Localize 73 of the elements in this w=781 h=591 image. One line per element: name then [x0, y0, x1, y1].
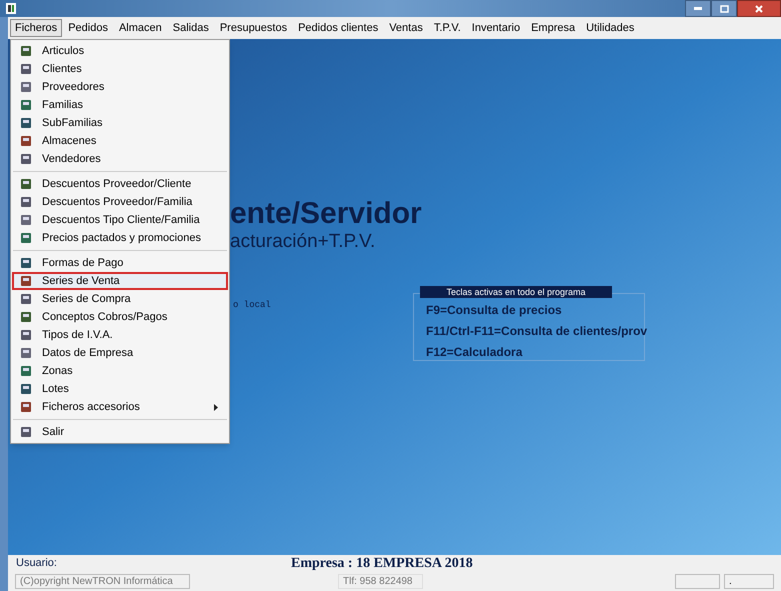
menu-entry[interactable]: Proveedores	[12, 78, 228, 96]
menu-icon	[20, 232, 32, 244]
menu-icon	[20, 117, 32, 129]
menu-entry[interactable]: Almacenes	[12, 132, 228, 150]
minimize-button[interactable]	[685, 0, 711, 17]
menu-entry[interactable]: Ficheros accesorios	[12, 398, 228, 416]
menu-icon	[20, 293, 32, 305]
menu-item[interactable]: Almacen	[114, 19, 167, 37]
menu-item[interactable]: Utilidades	[581, 19, 640, 37]
menu-item[interactable]: Salidas	[168, 19, 214, 37]
menu-entry[interactable]: Familias	[12, 96, 228, 114]
menu-icon	[20, 365, 32, 377]
menu-entry[interactable]: Series de Compra	[12, 290, 228, 308]
splash-subtitle: acturación+T.P.V.	[230, 232, 376, 251]
menu-item[interactable]: Ficheros	[10, 19, 62, 37]
status-field: .	[724, 574, 774, 589]
menu-entry[interactable]: Descuentos Tipo Cliente/Familia	[12, 211, 228, 229]
menu-icon	[20, 81, 32, 93]
menu-entry[interactable]: Formas de Pago	[12, 254, 228, 272]
shortcuts-header: Teclas activas en todo el programa	[420, 286, 612, 298]
maximize-button[interactable]	[711, 0, 737, 17]
menu-entry[interactable]: SubFamilias	[12, 114, 228, 132]
menu-item[interactable]: Pedidos	[63, 19, 113, 37]
menu-item[interactable]: Inventario	[466, 19, 526, 37]
menu-icon	[20, 383, 32, 395]
menu-item[interactable]: Presupuestos	[214, 19, 292, 37]
copyright-field: (C)opyright NewTRON Informática	[15, 574, 190, 589]
menu-item[interactable]: Ventas	[384, 19, 428, 37]
phone-field: Tlf: 958 822498	[338, 574, 423, 589]
menu-entry[interactable]: Datos de Empresa	[12, 344, 228, 362]
menu-entry[interactable]: Descuentos Proveedor/Cliente	[12, 175, 228, 193]
menu-icon	[20, 135, 32, 147]
menu-icon	[20, 311, 32, 323]
user-label: Usuario:	[16, 556, 57, 572]
menu-icon	[20, 329, 32, 341]
close-icon	[755, 4, 763, 12]
menu-icon	[20, 153, 32, 165]
app-icon	[6, 3, 16, 14]
shortcut-line: F9=Consulta de precios	[426, 302, 563, 319]
menu-icon	[20, 275, 32, 287]
shortcut-line: F11/Ctrl-F11=Consulta de clientes/prov	[426, 323, 648, 340]
menu-entry[interactable]: Articulos	[12, 42, 228, 60]
splash-title: ente/Servidor	[230, 199, 422, 229]
menu-icon	[20, 214, 32, 226]
menu-icon	[20, 426, 32, 438]
menu-icon	[20, 63, 32, 75]
menu-item[interactable]: Pedidos clientes	[293, 19, 384, 37]
menu-icon	[20, 347, 32, 359]
menu-item[interactable]: T.P.V.	[428, 19, 466, 37]
menu-entry[interactable]: Clientes	[12, 60, 228, 78]
menu-icon	[20, 196, 32, 208]
menu-item[interactable]: Empresa	[526, 19, 580, 37]
minimize-icon	[694, 7, 702, 10]
menu-entry[interactable]: Tipos de I.V.A.	[12, 326, 228, 344]
status-field	[675, 574, 720, 589]
menu-icon	[20, 178, 32, 190]
menu-entry[interactable]: Series de Venta	[12, 272, 228, 290]
menu-entry[interactable]: Conceptos Cobros/Pagos	[12, 308, 228, 326]
shortcut-line: F12=Calculadora	[426, 344, 524, 361]
close-button[interactable]	[737, 0, 781, 17]
menu-icon	[20, 401, 32, 413]
menu-entry[interactable]: Descuentos Proveedor/Familia	[12, 193, 228, 211]
menu-entry[interactable]: Zonas	[12, 362, 228, 380]
company-name: Empresa : 18 EMPRESA 2018	[291, 555, 473, 572]
menu-entry[interactable]: Salir	[12, 423, 228, 441]
menu-entry[interactable]: Vendedores	[12, 150, 228, 168]
maximize-icon	[720, 4, 728, 12]
menu-icon	[20, 45, 32, 57]
menu-entry[interactable]: Lotes	[12, 380, 228, 398]
splash-note: o local	[233, 299, 271, 312]
menu-icon	[20, 257, 32, 269]
menu-icon	[20, 99, 32, 111]
menu-entry[interactable]: Precios pactados y promociones	[12, 229, 228, 247]
